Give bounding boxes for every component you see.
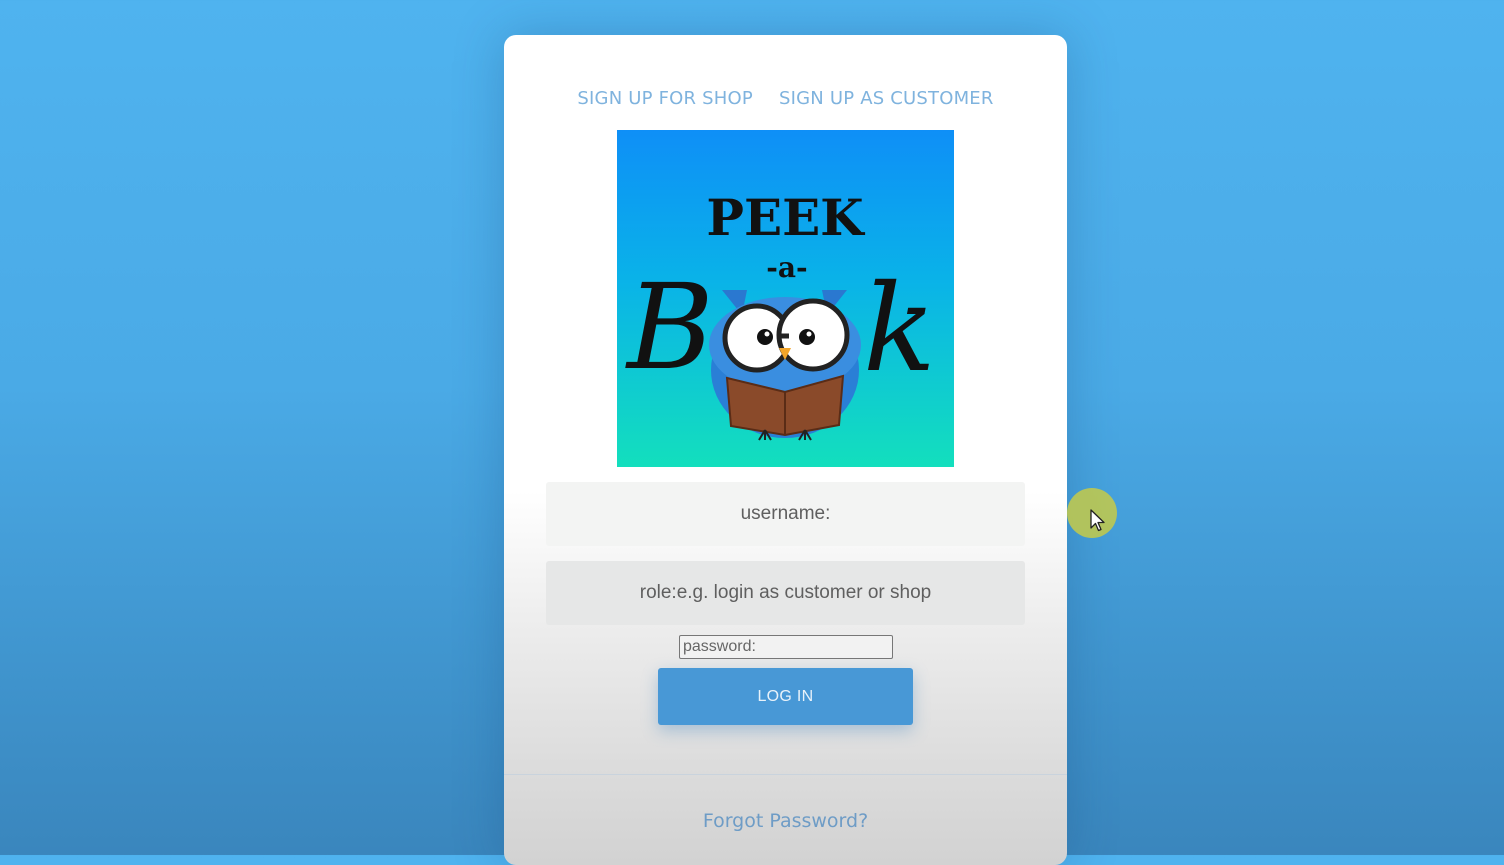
signup-tabs: SIGN UP FOR SHOP SIGN UP AS CUSTOMER bbox=[504, 88, 1067, 109]
forgot-password-link[interactable]: Forgot Password? bbox=[504, 810, 1067, 832]
signup-shop-link[interactable]: SIGN UP FOR SHOP bbox=[577, 88, 753, 109]
owl-icon bbox=[709, 290, 861, 441]
username-label: username: bbox=[740, 503, 831, 524]
mouse-cursor-icon bbox=[1090, 509, 1105, 532]
footer-divider bbox=[504, 774, 1067, 775]
owl-logo-graphic: PEEK -a- B k bbox=[625, 188, 936, 441]
login-button[interactable]: LOG IN bbox=[658, 668, 913, 725]
login-card: SIGN UP FOR SHOP SIGN UP AS CUSTOMER PEE… bbox=[504, 35, 1067, 865]
role-field[interactable]: role:e.g. login as customer or shop bbox=[546, 561, 1025, 625]
role-label: role:e.g. login as customer or shop bbox=[639, 582, 932, 603]
logo-letter-k: k bbox=[863, 260, 936, 399]
logo-letter-b: B bbox=[625, 258, 714, 396]
signup-customer-link[interactable]: SIGN UP AS CUSTOMER bbox=[779, 88, 994, 109]
logo-text-a: -a- bbox=[766, 251, 807, 284]
username-field[interactable]: username: bbox=[546, 482, 1025, 546]
peek-a-book-logo: PEEK -a- B k bbox=[617, 130, 954, 467]
logo-text-peek: PEEK bbox=[706, 188, 865, 247]
password-input[interactable]: password: bbox=[679, 635, 893, 659]
